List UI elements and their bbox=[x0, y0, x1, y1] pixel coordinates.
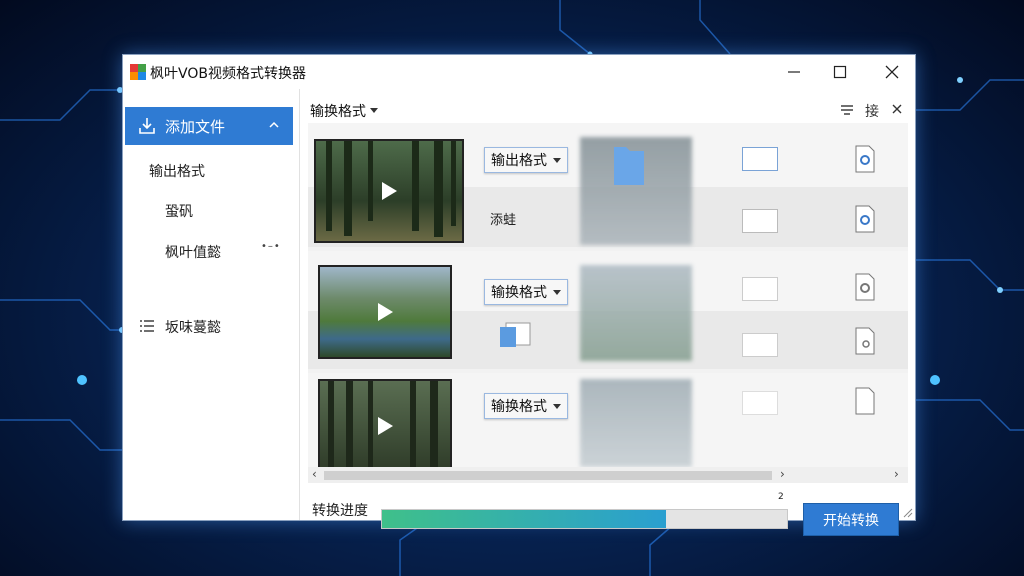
title-bar: 枫叶VOB视频格式转换器 bbox=[123, 55, 915, 89]
add-files-button[interactable]: 添加文件 bbox=[125, 107, 293, 145]
file-search-icon[interactable] bbox=[854, 327, 876, 355]
chevron-down-icon bbox=[553, 289, 561, 295]
preview-thumbnail bbox=[580, 265, 692, 361]
start-convert-button[interactable]: 开始转换 bbox=[803, 503, 899, 536]
output-format-select[interactable]: 输换格式 bbox=[484, 279, 568, 305]
preview-box bbox=[742, 391, 778, 415]
file-settings-icon[interactable] bbox=[854, 145, 876, 173]
progress-fill bbox=[382, 510, 666, 528]
sort-icon[interactable] bbox=[840, 103, 854, 117]
format-select-label: 输出格式 bbox=[491, 153, 547, 169]
format-select-label: 输换格式 bbox=[491, 399, 547, 415]
preview-box bbox=[742, 277, 778, 301]
document-stack-icon bbox=[500, 322, 531, 347]
sidebar: 添加文件 输出格式 蛩矾 •–• 枫叶值懿 坂味蔓懿 bbox=[123, 89, 300, 520]
close-button[interactable] bbox=[869, 55, 915, 89]
output-format-select[interactable]: 输出格式 bbox=[484, 147, 568, 173]
sidebar-item-label: 枫叶值懿 bbox=[165, 245, 221, 261]
format-dropdown[interactable]: 输换格式 bbox=[310, 101, 366, 121]
close-icon bbox=[885, 65, 899, 79]
preview-box bbox=[742, 209, 778, 233]
list-icon bbox=[140, 320, 154, 332]
app-window: 枫叶VOB视频格式转换器 添加文件 输出格式 蛩矾 •–• 枫叶值懿 坂味蔓懿 … bbox=[122, 54, 916, 536]
preview-box bbox=[742, 333, 778, 357]
sidebar-item-label: 蛩矾 bbox=[165, 204, 193, 220]
sidebar-item-2[interactable]: 蛩矾 bbox=[165, 201, 193, 221]
sidebar-item-3[interactable]: 枫叶值懿 bbox=[165, 242, 221, 262]
scrollbar-thumb[interactable] bbox=[324, 471, 772, 480]
chevron-down-icon bbox=[553, 403, 561, 409]
file-settings-icon[interactable] bbox=[854, 273, 876, 301]
import-icon bbox=[139, 118, 155, 134]
chevron-down-icon bbox=[370, 108, 378, 113]
scroll-right-icon[interactable]: › bbox=[780, 467, 785, 481]
file-list: 输出格式 添蛙 输换格式 输换格式 ‹ › › bbox=[308, 123, 908, 483]
window-title: 枫叶VOB视频格式转换器 bbox=[150, 66, 306, 82]
play-icon[interactable] bbox=[382, 182, 397, 200]
progress-value: 2 bbox=[778, 492, 784, 502]
minimize-button[interactable] bbox=[771, 55, 817, 89]
folder-icon bbox=[614, 147, 644, 185]
row-side-label: 添蛙 bbox=[490, 213, 517, 228]
video-thumbnail[interactable] bbox=[314, 139, 464, 243]
play-icon[interactable] bbox=[378, 417, 393, 435]
sidebar-item-label: 坂味蔓懿 bbox=[165, 320, 221, 336]
scroll-left-icon[interactable]: ‹ bbox=[312, 467, 317, 481]
preview-box bbox=[742, 147, 778, 171]
chevron-up-icon bbox=[269, 121, 279, 128]
progress-label: 转换进度 bbox=[312, 503, 368, 519]
preview-thumbnail bbox=[580, 379, 692, 467]
output-format-select[interactable]: 输换格式 bbox=[484, 393, 568, 419]
panel-close-icon[interactable] bbox=[892, 104, 902, 114]
video-thumbnail[interactable] bbox=[318, 379, 452, 473]
scroll-right-end-icon[interactable]: › bbox=[894, 467, 899, 481]
file-settings-icon[interactable] bbox=[854, 205, 876, 233]
sidebar-item-4[interactable]: 坂味蔓懿 bbox=[165, 317, 221, 337]
horizontal-scrollbar[interactable]: ‹ › › bbox=[308, 467, 908, 483]
file-icon[interactable] bbox=[854, 387, 876, 415]
progress-bar bbox=[381, 509, 788, 529]
sidebar-item-output-format[interactable]: 输出格式 bbox=[149, 161, 205, 181]
play-icon[interactable] bbox=[378, 303, 393, 321]
main-panel: 输换格式 接 输出格式 添蛙 输换格式 输换格式 ‹ › › 转换进度 2 开始… bbox=[300, 89, 915, 536]
format-select-label: 输换格式 bbox=[491, 285, 547, 301]
chevron-down-icon bbox=[553, 157, 561, 163]
resize-grip-icon[interactable] bbox=[903, 508, 913, 518]
add-files-label: 添加文件 bbox=[165, 117, 226, 136]
sidebar-item-label: 输出格式 bbox=[149, 164, 205, 180]
video-thumbnail[interactable] bbox=[318, 265, 452, 359]
maximize-button[interactable] bbox=[817, 55, 863, 89]
app-logo-icon bbox=[130, 64, 146, 80]
toolbar-char-button[interactable]: 接 bbox=[865, 101, 879, 121]
more-icon[interactable]: •–• bbox=[261, 241, 281, 252]
maximize-icon bbox=[833, 65, 847, 79]
minimize-icon bbox=[788, 71, 800, 73]
